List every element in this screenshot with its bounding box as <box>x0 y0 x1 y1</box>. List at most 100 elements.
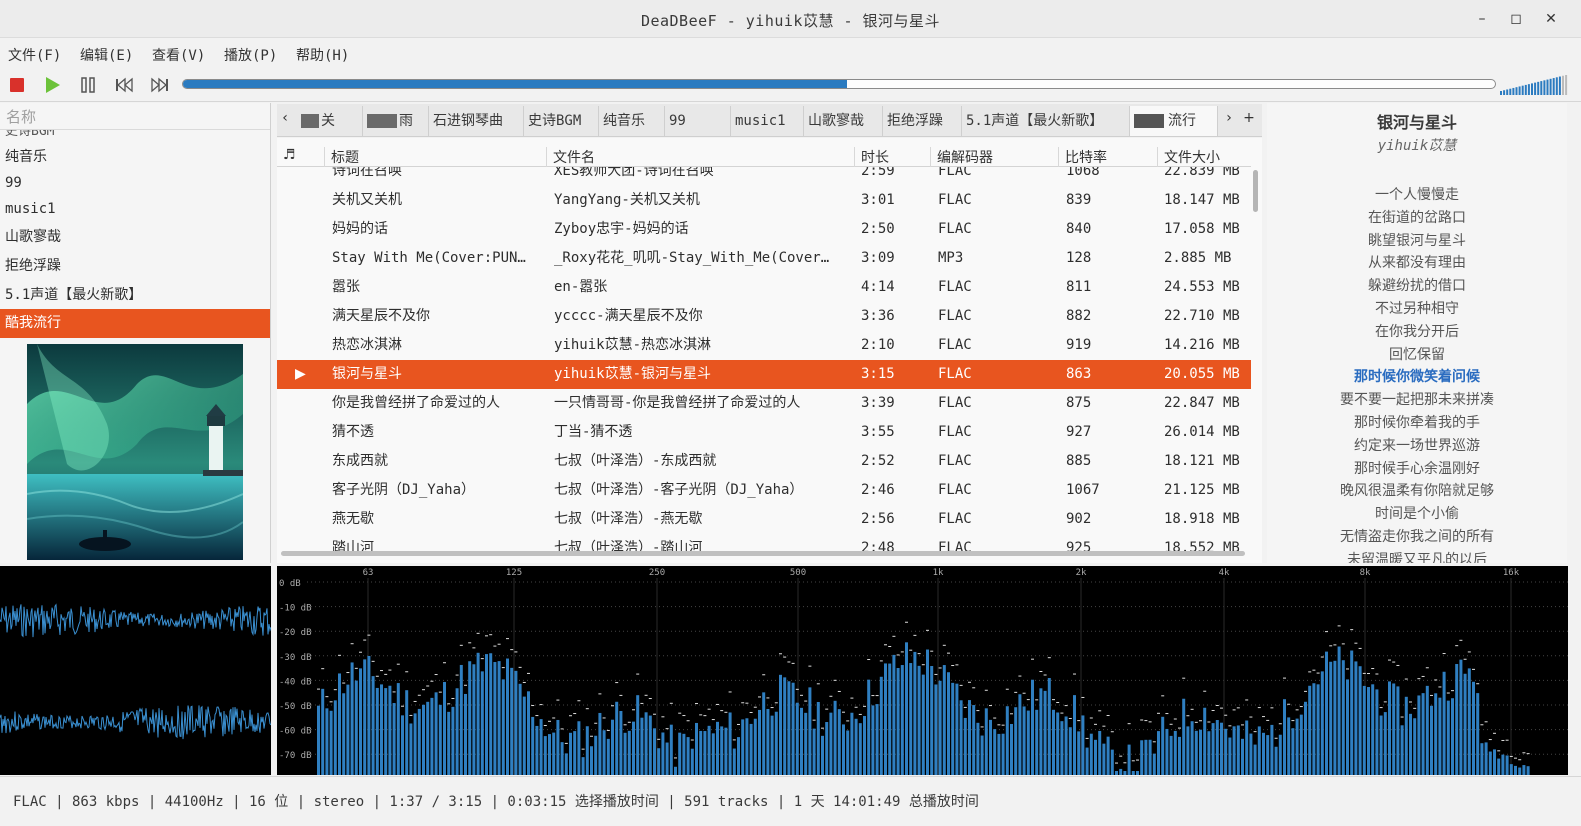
cell-bitrate: 919 <box>1066 337 1092 353</box>
lyric-line: 时间是个小偷 <box>1375 506 1459 523</box>
seek-bar[interactable] <box>182 79 1496 89</box>
status-text: FLAC | 863 kbps | 44100Hz | 16 位 | stere… <box>13 794 979 810</box>
sidebar-item-shange[interactable]: 山歌寥哉 <box>0 223 270 252</box>
tab-item[interactable]: 5.1声道【最火新歌】 <box>962 106 1130 136</box>
stop-icon[interactable] <box>7 75 27 95</box>
tab-item[interactable]: 关 <box>297 106 363 136</box>
playlist-view: 诗词在召唤 XES教师大团-诗词在召唤 2:59 FLAC 1068 22.839 MB 关… <box>277 138 1262 563</box>
tab-item-active[interactable]: 流行 <box>1130 106 1218 136</box>
lyric-line: 那时候手心余温刚好 <box>1354 460 1480 477</box>
table-row[interactable]: 满天星辰不及你 ycccc-满天星辰不及你 3:36 FLAC 882 22.710 MB <box>277 302 1251 331</box>
sidebar-item-51[interactable]: 5.1声道【最火新歌】 <box>0 281 270 310</box>
tab-item[interactable]: 拒绝浮躁 <box>883 106 962 136</box>
playlist-tabs: ‹ 关 雨 石进钢琴曲 史诗BGM 纯音乐 99 music1 山歌寥哉 拒绝浮… <box>277 104 1262 137</box>
cell-duration: 4:14 <box>861 279 895 295</box>
cell-bitrate: 925 <box>1066 540 1092 556</box>
tab-thumbnail <box>301 114 319 128</box>
cell-size: 24.553 MB <box>1164 279 1240 295</box>
tab-item[interactable]: 史诗BGM <box>524 106 599 136</box>
cell-codec: FLAC <box>938 366 972 382</box>
vertical-scrollbar[interactable] <box>1253 170 1258 212</box>
table-row-playing[interactable]: ▶ 银河与星斗 yihuik苡慧-银河与星斗 3:15 FLAC 863 20.055 MB <box>277 360 1251 389</box>
col-codec[interactable]: 编解码器 <box>930 147 993 167</box>
tab-item[interactable]: 山歌寥哉 <box>804 106 883 136</box>
cell-duration: 2:52 <box>861 453 895 469</box>
col-filename[interactable]: 文件名 <box>546 147 595 167</box>
tab-scroll-left-icon[interactable]: ‹ <box>277 110 293 126</box>
col-size[interactable]: 文件大小 <box>1157 147 1220 167</box>
cell-size: 21.125 MB <box>1164 482 1240 498</box>
cell-filename: _Roxy花花_叽叽-Stay_With_Me(Cover… <box>554 250 830 266</box>
title-bar: DeaDBeeF - yihuik苡慧 - 银河与星斗 – ◻ ✕ <box>0 0 1581 38</box>
menu-file[interactable]: 文件(F) <box>8 45 61 65</box>
sidebar-item-pure-music[interactable]: 纯音乐 <box>0 143 270 172</box>
play-icon[interactable] <box>42 75 62 95</box>
col-title[interactable]: 标题 <box>324 147 359 167</box>
tab-item[interactable]: 雨 <box>363 106 429 136</box>
menu-edit[interactable]: 编辑(E) <box>80 45 133 65</box>
volume-bar[interactable] <box>1500 74 1570 96</box>
sidebar-item-99[interactable]: 99 <box>0 169 270 198</box>
menu-view[interactable]: 查看(V) <box>152 45 205 65</box>
menu-bar: 文件(F) 编辑(E) 查看(V) 播放(P) 帮助(H) <box>0 38 1581 68</box>
horizontal-scrollbar[interactable] <box>281 551 1245 556</box>
table-row[interactable]: 关机又关机 YangYang-关机又关机 3:01 FLAC 839 18.147 MB <box>277 186 1251 215</box>
sidebar-item-kuwo[interactable]: 酷我流行 <box>0 309 270 338</box>
col-bitrate[interactable]: 比特率 <box>1058 147 1107 167</box>
table-row[interactable]: 妈妈的话 Zyboy忠宇-妈妈的话 2:50 FLAC 840 17.058 MB <box>277 215 1251 244</box>
tab-item[interactable]: 石进钢琴曲 <box>429 106 524 136</box>
col-duration[interactable]: 时长 <box>854 147 889 167</box>
freq-label: 1k <box>933 568 944 578</box>
sidebar-item-music1[interactable]: music1 <box>0 195 270 224</box>
cell-bitrate: 863 <box>1066 366 1092 382</box>
next-icon[interactable] <box>150 75 170 95</box>
add-tab-button[interactable]: + <box>1241 110 1257 126</box>
table-row[interactable]: 热恋冰淇淋 yihuik苡慧-热恋冰淇淋 2:10 FLAC 919 14.216 MB <box>277 331 1251 360</box>
maximize-icon[interactable]: ◻ <box>1505 8 1527 30</box>
seek-progress <box>183 80 847 88</box>
cell-title: 妈妈的话 <box>332 221 388 237</box>
cell-size: 18.147 MB <box>1164 192 1240 208</box>
tab-thumbnail <box>367 114 397 128</box>
cell-duration: 2:10 <box>861 337 895 353</box>
pause-icon[interactable] <box>78 75 98 95</box>
close-icon[interactable]: ✕ <box>1540 8 1562 30</box>
lyric-line: 不过另种相守 <box>1375 301 1459 317</box>
menu-help[interactable]: 帮助(H) <box>296 45 349 65</box>
col-playing[interactable]: ♬ <box>277 147 296 167</box>
menu-playback[interactable]: 播放(P) <box>224 45 277 65</box>
cell-title: 燕无歇 <box>332 511 374 527</box>
table-row[interactable]: 东成西就 七叔（叶泽浩）-东成西就 2:52 FLAC 885 18.121 MB <box>277 447 1251 476</box>
table-row[interactable]: 你是我曾经拼了命爱过的人 一只情哥哥-你是我曾经拼了命爱过的人 3:39 FLAC 87… <box>277 389 1251 418</box>
table-row[interactable]: 猜不透 丁当-猜不透 3:55 FLAC 927 26.014 MB <box>277 418 1251 447</box>
cell-codec: FLAC <box>938 482 972 498</box>
db-label: 0 dB <box>279 579 301 589</box>
table-row[interactable]: 踏山河 七叔（叶泽浩）-踏山河 2:48 FLAC 925 18.552 MB <box>277 534 1251 563</box>
cell-title: 银河与星斗 <box>332 366 402 382</box>
table-row[interactable]: Stay With Me(Cover:PUN… _Roxy花花_叽叽-Stay_W… <box>277 244 1251 273</box>
table-row[interactable]: 客子光阴（DJ_Yaha） 七叔（叶泽浩）-客子光阴（DJ_Yaha） 2:46 FL… <box>277 476 1251 505</box>
tab-thumbnail <box>1134 114 1164 128</box>
previous-icon[interactable] <box>114 75 134 95</box>
sidebar-item-jujue[interactable]: 拒绝浮躁 <box>0 252 270 281</box>
cell-filename: yihuik苡慧-热恋冰淇淋 <box>554 337 712 353</box>
lyric-line-current: 那时候你微笑着问候 <box>1354 369 1480 386</box>
table-row[interactable]: 嚣张 en-嚣张 4:14 FLAC 811 24.553 MB <box>277 273 1251 302</box>
table-row[interactable]: 燕无歇 七叔（叶泽浩）-燕无歇 2:56 FLAC 902 18.918 MB <box>277 505 1251 534</box>
cell-bitrate: 811 <box>1066 279 1092 295</box>
cell-codec: FLAC <box>938 395 972 411</box>
tab-item[interactable]: 纯音乐 <box>599 106 665 136</box>
cell-title: 踏山河 <box>332 540 374 556</box>
freq-label: 4k <box>1219 568 1230 578</box>
minimize-icon[interactable]: – <box>1471 8 1493 30</box>
tab-item[interactable]: music1 <box>731 106 804 136</box>
cell-codec: FLAC <box>938 424 972 440</box>
oscilloscope <box>0 566 272 775</box>
tab-scroll-right-icon[interactable]: › <box>1221 110 1237 126</box>
column-header: ♬ 标题 文件名 时长 编解码器 比特率 文件大小 <box>277 140 1251 167</box>
cell-title: 客子光阴（DJ_Yaha） <box>332 482 476 498</box>
lyric-line: 躲避纷扰的借口 <box>1368 278 1466 295</box>
tab-item[interactable]: 99 <box>665 106 731 136</box>
lyric-line: 未留温暖又平凡的以后 <box>1347 551 1487 563</box>
cell-size: 18.918 MB <box>1164 511 1240 527</box>
